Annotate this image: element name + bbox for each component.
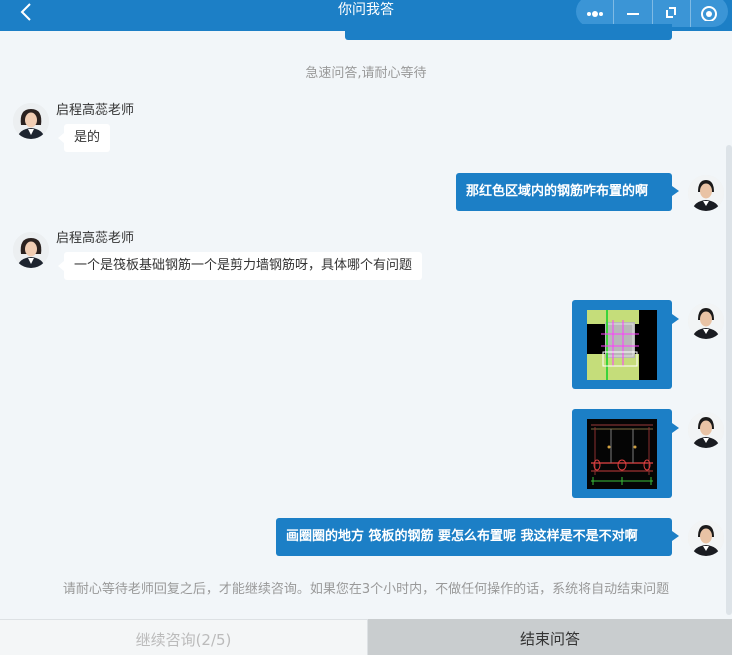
teacher-avatar[interactable]: [13, 232, 49, 268]
person-avatar-icon: [688, 412, 724, 448]
restore-button[interactable]: [653, 0, 691, 27]
close-target-button[interactable]: [691, 0, 728, 27]
cad-drawing-thumbnail[interactable]: [587, 419, 657, 489]
person-avatar-icon: [13, 232, 49, 268]
user-avatar[interactable]: [688, 412, 724, 448]
teacher-avatar[interactable]: [13, 103, 49, 139]
cad-drawing-thumbnail[interactable]: [587, 310, 657, 380]
more-button[interactable]: [576, 0, 615, 27]
scrollbar[interactable]: [726, 145, 732, 615]
user-avatar[interactable]: [688, 175, 724, 211]
bottom-action-bar: 继续咨询(2/5) 结束问答: [0, 619, 732, 655]
minimize-button[interactable]: [614, 0, 653, 27]
sender-name: 启程高蕊老师: [56, 103, 135, 118]
message-bubble-left[interactable]: 一个是筏板基础钢筋一个是剪力墙钢筋呀，具体哪个有问题: [57, 252, 423, 280]
restore-icon: [666, 6, 677, 18]
person-avatar-icon: [13, 103, 49, 139]
image-message-bubble[interactable]: [572, 300, 679, 389]
sender-name: 启程高蕊老师: [56, 231, 135, 246]
image-message-bubble[interactable]: [572, 409, 679, 498]
person-avatar-icon: [688, 520, 724, 556]
message-bubble-right[interactable]: 那红色区域内的钢筋咋布置的啊: [456, 173, 679, 211]
end-qa-button[interactable]: 结束问答: [368, 619, 732, 655]
message-bubble-left[interactable]: 是的: [57, 124, 111, 152]
user-avatar[interactable]: [688, 520, 724, 556]
person-avatar-icon: [688, 303, 724, 339]
user-avatar[interactable]: [688, 303, 724, 339]
person-avatar-icon: [688, 175, 724, 211]
minimize-icon: [626, 12, 639, 15]
previous-message-bubble: [345, 24, 672, 40]
message-bubble-right[interactable]: 画圈圈的地方 筏板的钢筋 要怎么布置呢 我这样是不是不对啊: [276, 518, 679, 556]
continue-consult-button[interactable]: 继续咨询(2/5): [0, 619, 368, 655]
system-tip: 急速问答,请耐心等待: [305, 66, 427, 81]
target-icon: [701, 5, 718, 21]
window-controls: [576, 0, 728, 27]
more-dots-icon: [586, 10, 603, 17]
wait-notice: 请耐心等待老师回复之后，才能继续咨询。如果您在3个小时内，不做任何操作的话，系统…: [62, 582, 670, 597]
